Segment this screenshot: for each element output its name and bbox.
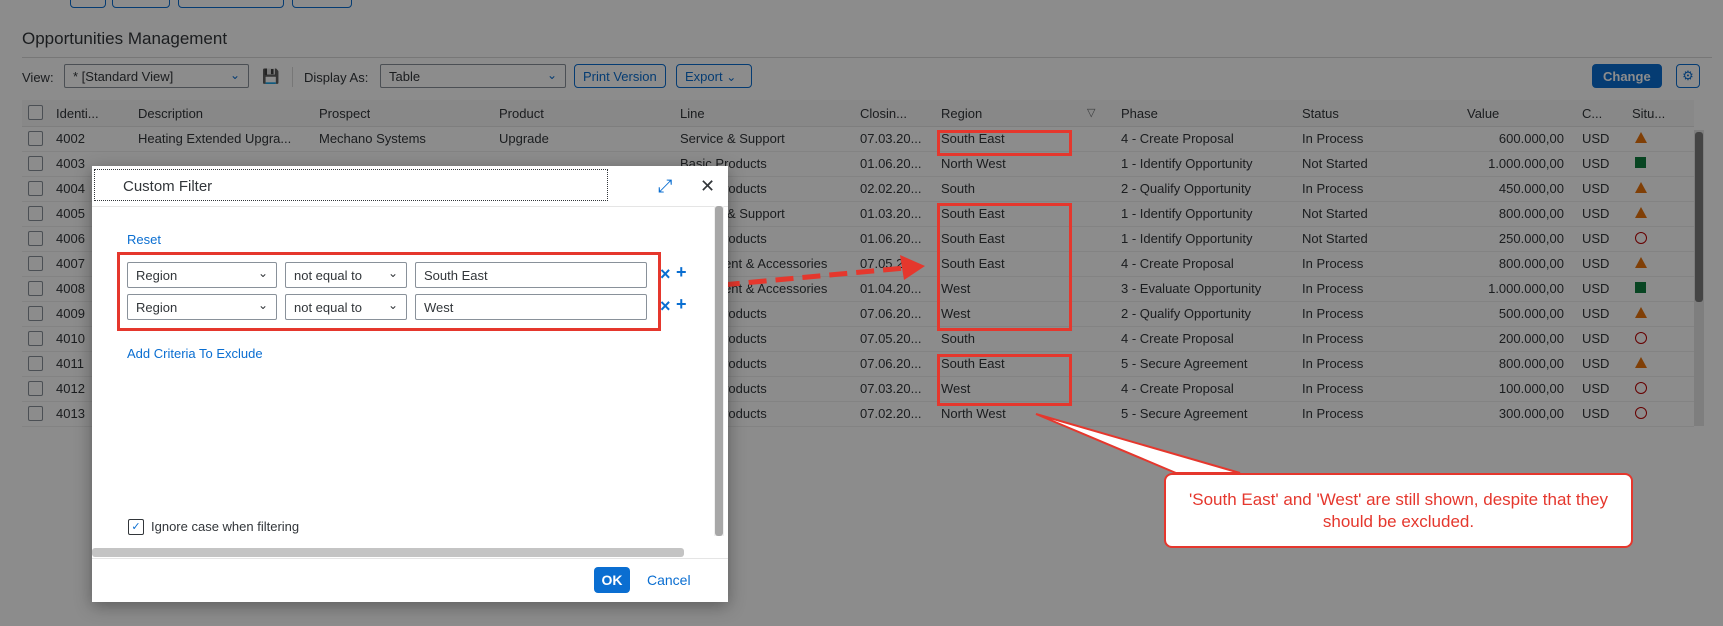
chevron-down-icon: ⌄ bbox=[387, 266, 398, 280]
criteria-field-select[interactable]: Region ⌄ bbox=[127, 294, 277, 320]
add-criteria-icon[interactable]: + bbox=[676, 294, 687, 315]
criteria-operator-select[interactable]: not equal to ⌄ bbox=[285, 294, 407, 320]
ignore-case-checkbox[interactable]: ✓ bbox=[128, 519, 144, 535]
criteria-value-input[interactable]: South East bbox=[415, 262, 647, 288]
chevron-down-icon: ⌄ bbox=[257, 298, 268, 312]
add-criteria-exclude-link[interactable]: Add Criteria To Exclude bbox=[127, 346, 263, 361]
dialog-title: Custom Filter bbox=[123, 178, 213, 195]
criteria-field-select[interactable]: Region ⌄ bbox=[127, 262, 277, 288]
arrow-head bbox=[900, 255, 925, 280]
annotation-callout: 'South East' and 'West' are still shown,… bbox=[1164, 473, 1633, 548]
add-criteria-icon[interactable]: + bbox=[676, 262, 687, 283]
cancel-button[interactable]: Cancel bbox=[647, 572, 691, 588]
scrollbar-thumb[interactable] bbox=[715, 206, 723, 536]
dialog-footer: OK Cancel bbox=[92, 558, 728, 603]
criteria-field-value: Region bbox=[136, 268, 178, 283]
close-icon[interactable]: ✕ bbox=[700, 176, 715, 197]
remove-criteria-icon[interactable]: × bbox=[660, 296, 671, 317]
chevron-down-icon: ⌄ bbox=[257, 266, 268, 280]
ignore-case-label: Ignore case when filtering bbox=[151, 519, 300, 534]
criteria-value-input[interactable]: West bbox=[415, 294, 647, 320]
dialog-horizontal-scrollbar[interactable] bbox=[92, 548, 684, 557]
reset-link[interactable]: Reset bbox=[127, 232, 161, 247]
criteria-operator-value: not equal to bbox=[294, 268, 362, 283]
remove-criteria-icon[interactable]: × bbox=[660, 264, 671, 285]
criteria-operator-value: not equal to bbox=[294, 300, 362, 315]
criteria-operator-select[interactable]: not equal to ⌄ bbox=[285, 262, 407, 288]
dialog-scrollbar[interactable] bbox=[714, 206, 724, 536]
criteria-field-value: Region bbox=[136, 300, 178, 315]
expand-icon[interactable]: ⤢ bbox=[658, 176, 672, 197]
ok-button[interactable]: OK bbox=[594, 567, 630, 593]
callout-pointer bbox=[1035, 413, 1241, 474]
dialog-header: Custom Filter ⤢ ✕ bbox=[92, 166, 728, 207]
chevron-down-icon: ⌄ bbox=[387, 298, 398, 312]
custom-filter-dialog: Custom Filter ⤢ ✕ Reset Region ⌄ not equ… bbox=[92, 166, 728, 602]
